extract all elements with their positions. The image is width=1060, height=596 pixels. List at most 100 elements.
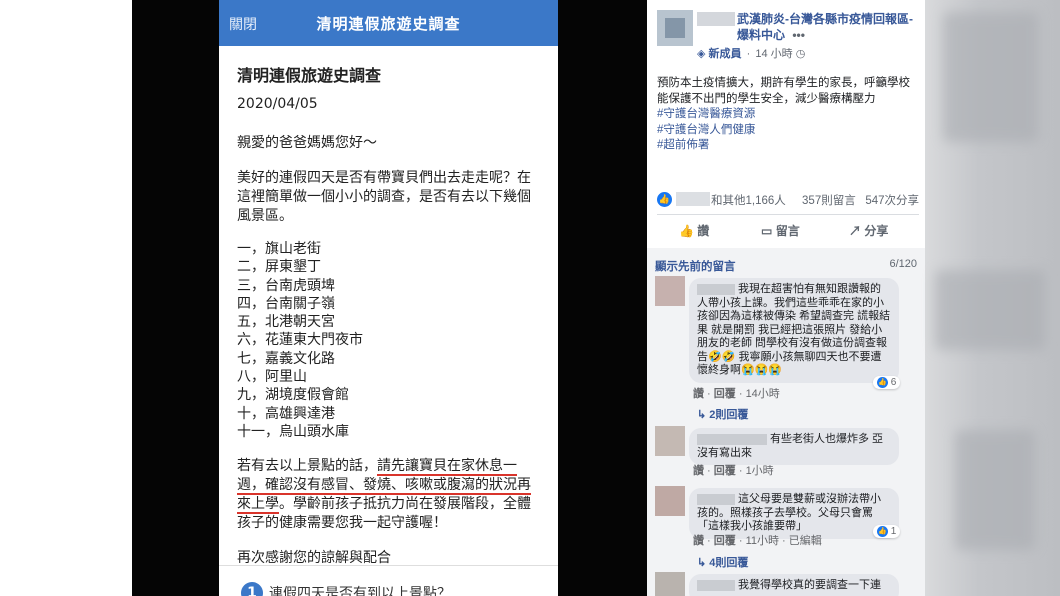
survey-date: 2020/04/05 bbox=[237, 96, 318, 112]
survey-header-title: 清明連假旅遊史調查 bbox=[316, 15, 461, 33]
blurred-author bbox=[697, 12, 735, 26]
comment-actions: 讚 · 回覆 · 1小時 bbox=[693, 465, 774, 477]
post-body: 預防本土疫情擴大，期許有學生的家長，呼籲學校能保護不出門的學生安全，減少醫療構壓… bbox=[657, 76, 915, 154]
blurred-commenter-name bbox=[697, 283, 735, 295]
comment-time[interactable]: 11小時 bbox=[746, 535, 779, 547]
comment-bubble: 有些老街人也爆炸多 亞沒有寫出來 bbox=[689, 428, 899, 465]
like-button[interactable]: 👍 讚 bbox=[679, 222, 709, 239]
survey-notice: 若有去以上景點的話，請先讓寶貝在家休息一週，確認沒有感冒、發燒、咳嗽或腹瀉的狀況… bbox=[237, 457, 540, 533]
comments-count[interactable]: 357則留言 bbox=[802, 195, 856, 207]
question-text: 連假四天是否有到以上景點？ bbox=[269, 586, 451, 596]
comment-icon: ▭ bbox=[761, 224, 773, 238]
commenter-avatar[interactable] bbox=[655, 276, 685, 306]
place-item: 九，湖境度假會館 bbox=[237, 387, 349, 404]
comments-position: 6/120 bbox=[889, 258, 917, 270]
comment-like-link[interactable]: 讚 bbox=[693, 465, 704, 477]
place-item: 一，旗山老街 bbox=[237, 241, 321, 257]
survey-title: 清明連假旅遊史調查 bbox=[237, 66, 382, 85]
more-options-icon[interactable]: ••• bbox=[792, 28, 805, 42]
comment-bubble: 我現在超害怕有無知跟讚報的人帶小孩上課。我們這些乖乖在家的小孩卻因為這樣被傳染 … bbox=[689, 278, 899, 383]
hashtag[interactable]: #守護台灣醫療資源 bbox=[657, 107, 915, 123]
comment-time[interactable]: 14小時 bbox=[746, 388, 780, 400]
survey-document: 清明連假旅遊史調查 2020/04/05 親愛的爸爸媽媽您好～ 美好的連假四天是… bbox=[219, 46, 558, 568]
place-item: 七，嘉義文化路 bbox=[237, 350, 335, 367]
commenter-avatar[interactable] bbox=[655, 572, 685, 596]
post-actions: 👍 讚 ▭ 留言 ↗ 分享 bbox=[657, 220, 919, 242]
blurred-reactor bbox=[676, 192, 710, 206]
comment-actions: 讚 · 回覆 · 14小時 bbox=[693, 388, 780, 400]
comment-bubble: 我覺得學校真的要調查一下連 bbox=[689, 574, 899, 596]
comment-reply-link[interactable]: 回覆 bbox=[714, 388, 736, 400]
globe-icon: ◷ bbox=[795, 48, 806, 60]
comment-bubble: 這父母要是雙薪或沒辦法帶小孩的。照樣孩子去學校。父母只會罵「這樣我小孩誰要帶」 bbox=[689, 488, 899, 539]
shares-count[interactable]: 547次分享 bbox=[865, 195, 919, 207]
comment-likes[interactable]: 👍 1 bbox=[873, 525, 901, 539]
places-list: 一，旗山老街 二，屏東墾丁 三，台南虎頭埤 四，台南關子嶺 五，北港朝天宮 六，花蓮東大門… bbox=[237, 240, 540, 441]
comments-section: 顯示先前的留言 6/120 我現在超害怕有無知跟讚報的人帶小孩上課。我們這些乖乖… bbox=[647, 248, 925, 596]
blurred-commenter-name bbox=[697, 579, 735, 591]
comment-button[interactable]: ▭ 留言 bbox=[761, 222, 800, 239]
member-badge: 新成員 bbox=[708, 48, 742, 60]
commenter-avatar[interactable] bbox=[655, 426, 685, 456]
likes-count: 6 bbox=[890, 377, 897, 389]
screenshot-composite: 關閉 清明連假旅遊史調查 清明連假旅遊史調查 2020/04/05 親愛的爸爸媽… bbox=[0, 0, 1060, 596]
place-item: 六，花蓮東大門夜市 bbox=[237, 332, 363, 349]
survey-phone-screen: 關閉 清明連假旅遊史調查 清明連假旅遊史調查 2020/04/05 親愛的爸爸媽… bbox=[219, 0, 558, 596]
comment-like-link[interactable]: 讚 bbox=[693, 388, 704, 400]
edited-label: 已編輯 bbox=[788, 535, 822, 547]
place-item: 四，台南關子嶺 bbox=[237, 295, 335, 312]
question-number-badge: 1 bbox=[241, 582, 263, 596]
engagement-counts: 357則留言 547次分享 bbox=[802, 192, 919, 208]
place-item: 十，高雄興達港 bbox=[237, 405, 335, 422]
blurred-shape bbox=[935, 270, 1045, 350]
like-mini-icon: 👍 bbox=[877, 526, 888, 537]
commenter-avatar[interactable] bbox=[655, 486, 685, 516]
comment-text: 我現在超害怕有無知跟讚報的人帶小孩上課。我們這些乖乖在家的小孩卻因為這樣被傳染 … bbox=[697, 283, 891, 376]
view-replies[interactable]: ↳ 2則回覆 bbox=[697, 406, 748, 422]
reactions-bar: 👍 和其他1,166人 357則留言 547次分享 bbox=[657, 190, 919, 210]
survey-greeting: 親愛的爸爸媽媽您好～ bbox=[237, 135, 377, 151]
post-body-text: 預防本土疫情擴大，期許有學生的家長，呼籲學校能保護不出門的學生安全，減少醫療構壓… bbox=[657, 77, 910, 105]
like-reaction-icon: 👍 bbox=[657, 192, 672, 207]
post-time[interactable]: 14 小時 bbox=[755, 48, 792, 60]
likes-count: 1 bbox=[890, 526, 897, 538]
comment-reply-link[interactable]: 回覆 bbox=[714, 535, 736, 547]
place-item: 五，北港朝天宮 bbox=[237, 314, 335, 331]
blurred-commenter-name bbox=[697, 493, 735, 505]
page-avatar[interactable] bbox=[657, 10, 693, 46]
badge-icon: ◈ bbox=[697, 48, 706, 60]
blurred-commenter-name bbox=[697, 433, 767, 445]
show-previous-comments[interactable]: 顯示先前的留言 bbox=[655, 258, 736, 274]
comment-like-link[interactable]: 讚 bbox=[693, 535, 704, 547]
survey-intro: 美好的連假四天是否有帶寶貝們出去走走呢？在這裡簡單做一個小小的調查，是否有去以下… bbox=[237, 170, 531, 224]
question-row[interactable]: 1 連假四天是否有到以上景點？ bbox=[219, 565, 558, 596]
comment-reply-link[interactable]: 回覆 bbox=[714, 465, 736, 477]
post-meta: ◈ 新成員 · 14 小時 ◷ bbox=[697, 48, 806, 60]
page-name-link[interactable]: 武漢肺炎-台灣各縣市疫情回報區-爆料中心 ••• bbox=[737, 11, 917, 43]
comment-likes[interactable]: 👍 6 bbox=[873, 376, 901, 390]
notice-suffix: 。學齡前孩子抵抗力尚在發展階段，全體孩子的健康需要您我一起守護喔！ bbox=[237, 496, 531, 532]
divider bbox=[657, 214, 919, 215]
replies-count: 2則回覆 bbox=[709, 409, 749, 421]
comment-text: 我覺得學校真的要調查一下連 bbox=[738, 579, 881, 591]
place-item: 十一，烏山頭水庫 bbox=[237, 423, 349, 440]
place-item: 八，阿里山 bbox=[237, 369, 307, 386]
blurred-shape bbox=[943, 12, 1038, 142]
comment-time[interactable]: 1小時 bbox=[746, 465, 774, 477]
view-replies[interactable]: ↳ 4則回覆 bbox=[697, 554, 748, 570]
reactions-count[interactable]: 和其他1,166人 bbox=[711, 192, 786, 208]
facebook-post: 武漢肺炎-台灣各縣市疫情回報區-爆料中心 ••• ◈ 新成員 · 14 小時 ◷… bbox=[647, 0, 925, 596]
blurred-background-right bbox=[925, 0, 1060, 596]
share-icon: ↗ bbox=[849, 224, 862, 238]
blurred-shape bbox=[955, 430, 1035, 550]
thumbs-up-icon: 👍 bbox=[679, 224, 694, 238]
hashtag[interactable]: #守護台灣人們健康 bbox=[657, 123, 915, 139]
share-button[interactable]: ↗ 分享 bbox=[849, 222, 888, 239]
comment-actions: 讚 · 回覆 · 11小時 · 已編輯 bbox=[693, 535, 822, 547]
replies-count: 4則回覆 bbox=[709, 557, 749, 569]
comment-label: 留言 bbox=[775, 224, 800, 238]
place-item: 三，台南虎頭埤 bbox=[237, 277, 335, 294]
notice-prefix: 若有去以上景點的話， bbox=[237, 458, 377, 475]
page-name: 武漢肺炎-台灣各縣市疫情回報區-爆料中心 bbox=[737, 12, 913, 42]
hashtag[interactable]: #超前佈署 bbox=[657, 138, 915, 154]
